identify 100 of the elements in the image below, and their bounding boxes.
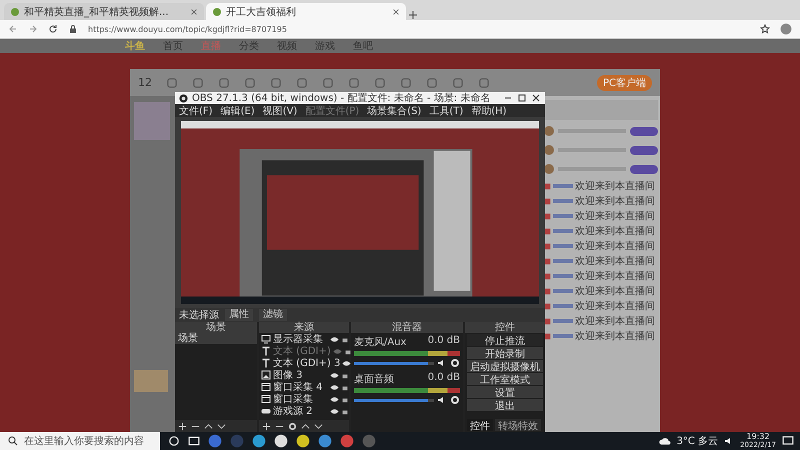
scene-item[interactable]: 场景 [175,333,257,344]
level-badge-icon [544,318,551,324]
dock-title: 来源 [259,322,349,333]
no-source-label: 未选择源 [179,308,219,322]
channel-name: 桌面音频 [354,372,394,386]
level-badge-icon [544,302,551,310]
username-bar [553,259,573,263]
star-icon[interactable] [760,24,770,34]
image-icon [261,370,271,380]
settings-icon[interactable] [450,358,460,368]
reload-icon[interactable] [48,24,58,34]
taskbar-search-field[interactable]: 在这里输入你要搜索的内容 [0,432,160,450]
username-bar [553,334,573,338]
volume-slider[interactable] [354,362,434,364]
new-tab-icon[interactable] [408,10,418,20]
level-badge-icon [544,272,551,280]
control-button[interactable]: 设置 [467,386,543,398]
chat-message: 欢迎来到本直播间 [575,270,655,283]
level-badge-icon [544,198,551,204]
source-item[interactable]: 游戏源 2 [273,404,328,418]
menu-item[interactable]: 文件(F) [179,104,213,118]
menu-item[interactable]: 工具(T) [429,104,464,118]
app-icon[interactable] [274,434,288,448]
channel-reading: 0.0 dB [428,335,460,348]
level-badge-icon [544,228,551,234]
add-icon[interactable] [178,422,187,430]
back-icon[interactable] [8,24,18,34]
eye-icon[interactable] [330,334,339,344]
chat-message: 欢迎来到本直播间 [575,330,655,343]
down-icon[interactable] [314,422,323,430]
menu-item[interactable]: 视图(V) [262,104,298,118]
username-bar [553,184,573,188]
mascot-placeholder [134,370,168,392]
control-button[interactable]: 启动虚拟摄像机 [467,360,543,372]
level-badge-icon [544,242,551,250]
level-badge-icon [544,258,551,264]
source-item[interactable]: 窗口采集 [273,392,328,406]
chat-message: 欢迎来到本直播间 [575,194,655,208]
username-bar [553,274,573,278]
volume-slider[interactable] [354,398,434,402]
up-icon[interactable] [204,422,213,430]
app-icon[interactable] [252,434,266,448]
notification-icon[interactable] [782,435,794,447]
settings-icon[interactable] [288,422,297,430]
chat-message: 欢迎来到本直播间 [575,224,655,238]
follower-count: 12 [138,76,152,89]
task-view-icon[interactable] [188,435,200,447]
username-bar [553,244,573,248]
gamepad-icon [261,406,271,416]
dock-title: 场景 [175,322,257,333]
source-item[interactable]: 文本 (GDI+) [273,344,331,358]
cloud-icon [658,435,671,447]
username-bar [553,304,573,308]
username-bar [553,214,573,218]
forward-icon[interactable] [28,24,38,34]
toolbar-button[interactable]: 属性 [225,309,253,321]
close-icon[interactable] [392,8,400,16]
control-button[interactable]: 停止推流 [467,334,543,346]
window-icon [261,394,271,404]
source-item[interactable]: 图像 3 [273,368,328,382]
menu-item[interactable]: 帮助(H) [471,104,507,118]
close-icon[interactable] [531,93,541,103]
menu-item[interactable]: 编辑(E) [220,104,255,118]
level-badge-icon [544,288,551,294]
browser-tab[interactable]: 和平精英直播_和平精英视频解... [4,3,204,20]
control-button[interactable]: 退出 [467,399,543,411]
control-button[interactable]: 工作室模式 [467,373,543,385]
toolbar-button[interactable]: 滤镜 [259,309,287,321]
chat-message: 欢迎来到本直播间 [575,210,655,223]
site-icon [212,6,222,16]
dock-tab[interactable]: 控件 [467,419,493,431]
maximize-icon[interactable] [517,93,527,103]
close-icon[interactable] [190,8,198,16]
chat-message: 欢迎来到本直播间 [575,284,655,298]
monitor-icon [261,334,271,344]
channel-name: 麦克风/Aux [354,336,406,349]
streamer-photo-placeholder [134,102,170,140]
chat-message: 欢迎来到本直播间 [575,300,655,313]
weather-text[interactable]: 3°C 多云 [676,434,718,448]
source-item[interactable]: 显示器采集 [273,332,328,346]
avatar-icon[interactable] [780,23,792,35]
source-item[interactable]: 文本 (GDI+) 3 [273,356,340,370]
chat-message: 欢迎来到本直播间 [575,240,655,253]
down-icon[interactable] [217,422,226,430]
site-icon [10,6,20,16]
dock-title: 混音器 [351,322,463,333]
browser-tab[interactable]: 开工大吉领福利 [206,3,406,20]
up-icon[interactable] [301,422,310,430]
add-icon[interactable] [262,422,271,430]
menu-item[interactable]: 场景集合(S) [367,104,422,118]
chat-message: 欢迎来到本直播间 [575,254,655,268]
control-button[interactable]: 开始录制 [467,347,543,359]
settings-icon[interactable] [450,395,460,405]
app-icon[interactable] [296,434,310,448]
source-item[interactable]: 窗口采集 4 [273,380,328,394]
cortana-icon[interactable] [168,435,180,447]
search-icon [8,436,18,446]
chat-message: 欢迎来到本直播间 [575,180,655,193]
level-badge-icon [544,332,551,340]
dock-tab[interactable]: 转场特效 [495,419,541,431]
